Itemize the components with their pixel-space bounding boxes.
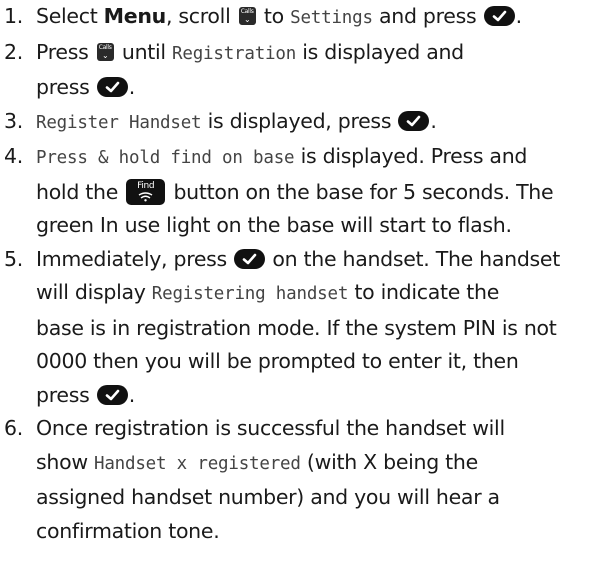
- step-text: will display: [36, 280, 152, 304]
- step-text: base is in registration mode. If the sys…: [36, 315, 557, 340]
- find-icon-label: Find: [137, 180, 155, 191]
- display-text-registration: Registration: [172, 43, 297, 64]
- step-text: button on the base for 5 seconds. The: [167, 179, 554, 204]
- step-text: confirmation tone.: [36, 518, 220, 543]
- find-icon: Find: [126, 178, 166, 205]
- step-6: 6. Once registration is successful the h…: [0, 412, 593, 548]
- step-text: 0000 then you will be prompted to enter …: [36, 349, 519, 373]
- step-2: 2. Press Calls ⌄ until Registration is di…: [0, 36, 593, 105]
- step-number: 4.: [4, 144, 23, 168]
- step-1: 1. Select Menu, scroll Calls ⌄ to Setting…: [0, 0, 593, 36]
- step-text: Immediately, press: [36, 246, 234, 271]
- step-4: 4. Press & hold find on base is displaye…: [0, 140, 593, 243]
- step-text: is displayed and: [296, 39, 464, 64]
- step-text: to indicate the: [348, 280, 500, 304]
- step-text: Once registration is successful the hand…: [36, 416, 505, 440]
- step-3: 3. Register Handset is displayed, press …: [0, 105, 593, 141]
- step-text: press: [36, 382, 96, 407]
- step-text: Press: [36, 39, 95, 64]
- check-icon: [398, 110, 430, 131]
- instruction-list: 1. Select Menu, scroll Calls ⌄ to Setting…: [0, 0, 593, 548]
- check-icon: [483, 6, 515, 26]
- calls-scroll-icon: Calls ⌄: [238, 7, 256, 25]
- step-number: 6.: [4, 416, 23, 440]
- step-text: .: [128, 382, 136, 407]
- display-text-settings: Settings: [290, 8, 373, 28]
- step-text: press: [36, 75, 96, 99]
- step-text: on the handset. The handset: [266, 246, 560, 271]
- step-text: (with X being the: [300, 449, 478, 474]
- step-text: .: [515, 4, 523, 28]
- step-text: until: [115, 39, 173, 64]
- step-text: , scroll: [165, 4, 237, 28]
- step-text: is displayed. Press and: [294, 144, 528, 168]
- calls-icon-label: Calls: [98, 43, 112, 51]
- step-text: Select: [36, 4, 104, 28]
- step-text: is displayed, press: [201, 108, 398, 133]
- step-number: 1.: [4, 4, 23, 28]
- calls-icon-label: Calls: [240, 8, 254, 15]
- check-icon: [234, 248, 266, 269]
- step-number: 5.: [4, 246, 23, 271]
- step-text: .: [128, 75, 136, 99]
- step-5: 5. Immediately, press on the handset. Th…: [0, 243, 593, 413]
- step-text: green In use light on the base will star…: [36, 213, 512, 237]
- step-text: .: [430, 108, 437, 133]
- step-number: 3.: [4, 108, 23, 133]
- display-text-press-hold: Press & hold find on base: [36, 148, 295, 168]
- menu-label: Menu: [103, 4, 167, 28]
- step-number: 2.: [4, 39, 23, 64]
- step-text: hold the: [36, 179, 125, 204]
- step-text: show: [36, 449, 94, 474]
- check-icon: [96, 77, 128, 97]
- step-text: to: [257, 4, 291, 28]
- display-text-registered: Handset x registered: [94, 453, 301, 474]
- step-text: assigned handset number) and you will he…: [36, 485, 500, 509]
- step-text: and press: [372, 4, 483, 28]
- calls-scroll-icon: Calls ⌄: [96, 42, 114, 61]
- display-text-registering: Registering handset: [151, 284, 349, 304]
- check-icon: [96, 384, 128, 405]
- display-text-register-handset: Register Handset: [36, 112, 202, 133]
